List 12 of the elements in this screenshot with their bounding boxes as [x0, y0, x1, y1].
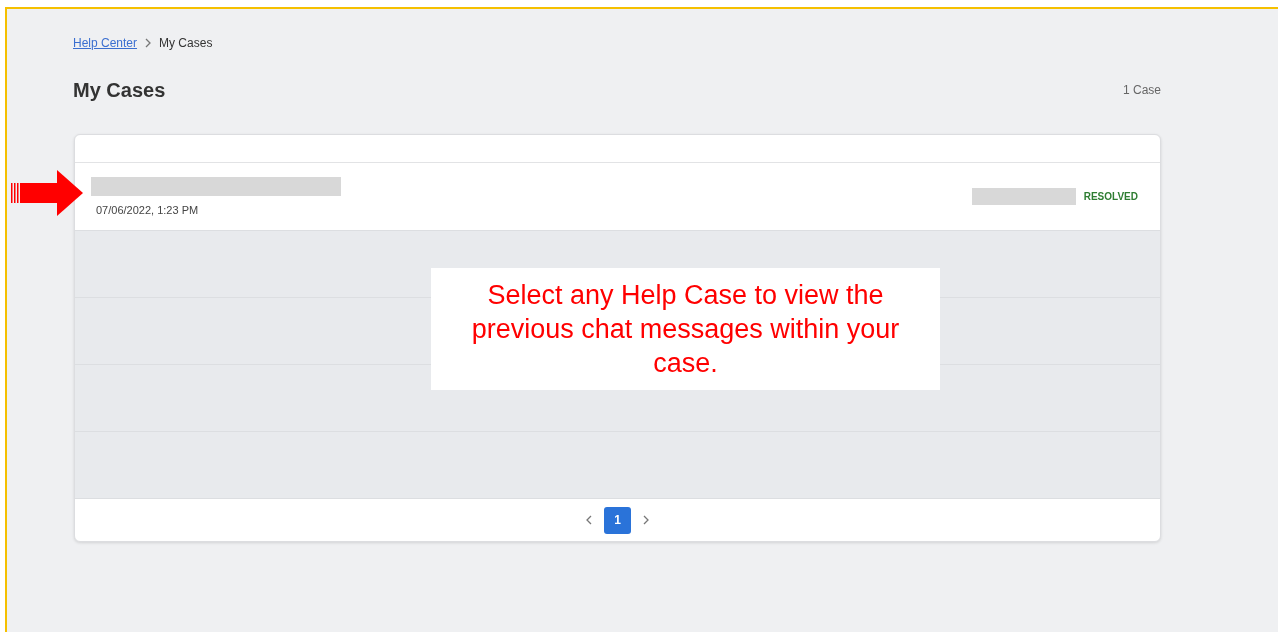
case-row[interactable]: 07/06/2022, 1:23 PM RESOLVED — [75, 163, 1160, 230]
case-date: 07/06/2022, 1:23 PM — [95, 204, 200, 216]
status-label: RESOLVED — [1083, 191, 1138, 202]
page-title: My Cases — [73, 78, 166, 102]
arrow-icon — [11, 170, 83, 216]
page-button[interactable]: 1 — [604, 506, 631, 534]
next-page-icon[interactable] — [641, 515, 651, 525]
breadcrumb-current: My Cases — [159, 36, 213, 50]
case-count: 1 Case — [1122, 83, 1161, 97]
previous-page-icon[interactable] — [584, 515, 594, 525]
breadcrumb-link[interactable]: Help Center — [73, 36, 138, 50]
annotation-callout: Select any Help Case to view the previous chat messages within your case. — [431, 268, 940, 390]
